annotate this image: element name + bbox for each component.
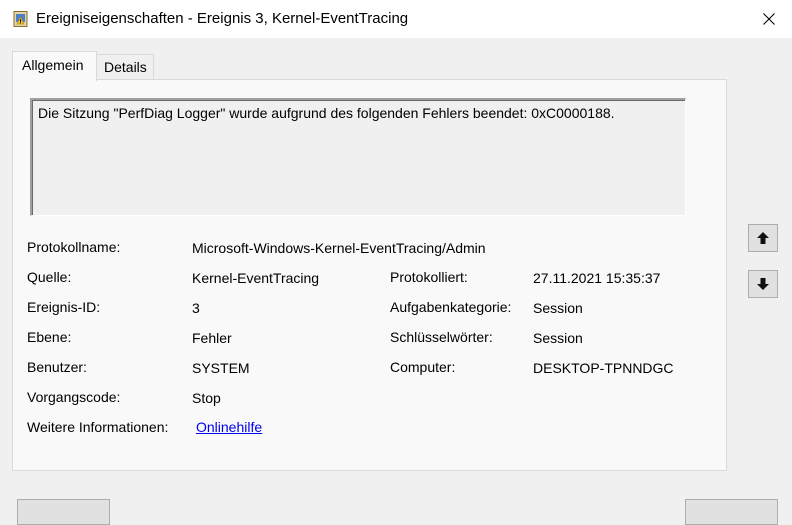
computer-value[interactable]: DESKTOP-TPNNDGC <box>533 360 674 376</box>
event-message-text: Die Sitzung "PerfDiag Logger" wurde aufg… <box>38 105 615 121</box>
tab-allgemein[interactable]: Allgemein <box>12 51 97 81</box>
aufgabenkategorie-value[interactable]: Session <box>533 300 583 316</box>
window-title: Ereigniseigenschaften - Ereignis 3, Kern… <box>36 10 409 27</box>
weitere-informationen-label: Weitere Informationen: <box>27 419 169 435</box>
copy-button[interactable] <box>17 499 110 525</box>
event-viewer-icon <box>13 11 29 27</box>
arrow-down-icon <box>757 278 769 290</box>
quelle-value[interactable]: Kernel-EventTracing <box>192 270 319 286</box>
protokolliert-value[interactable]: 27.11.2021 15:35:37 <box>533 270 660 286</box>
quelle-label: Quelle: <box>27 269 72 285</box>
close-icon <box>763 13 775 25</box>
previous-event-button[interactable] <box>748 224 778 252</box>
ereignis-id-value[interactable]: 3 <box>192 300 200 316</box>
benutzer-label: Benutzer: <box>27 359 87 375</box>
title-bar: Ereigniseigenschaften - Ereignis 3, Kern… <box>0 0 792 38</box>
event-message-box[interactable]: Die Sitzung "PerfDiag Logger" wurde aufg… <box>30 98 686 216</box>
vorgangscode-label: Vorgangscode: <box>27 389 121 405</box>
schluesselwoerter-value[interactable]: Session <box>533 330 583 346</box>
onlinehilfe-link[interactable]: Onlinehilfe <box>196 419 262 435</box>
next-event-button[interactable] <box>748 270 778 298</box>
schluesselwoerter-label: Schlüsselwörter: <box>390 329 493 345</box>
close-dialog-button[interactable] <box>685 499 778 525</box>
vorgangscode-value[interactable]: Stop <box>192 390 221 406</box>
arrow-up-icon <box>757 232 769 244</box>
ebene-value[interactable]: Fehler <box>192 330 232 346</box>
protokollname-value[interactable]: Microsoft-Windows-Kernel-EventTracing/Ad… <box>192 240 486 256</box>
close-button[interactable] <box>745 0 792 38</box>
protokolliert-label: Protokolliert: <box>390 269 468 285</box>
aufgabenkategorie-label: Aufgabenkategorie: <box>390 299 512 315</box>
computer-label: Computer: <box>390 359 456 375</box>
tab-details[interactable]: Details <box>96 54 154 80</box>
benutzer-value[interactable]: SYSTEM <box>192 360 250 376</box>
ereignis-id-label: Ereignis-ID: <box>27 299 101 315</box>
ebene-label: Ebene: <box>27 329 72 345</box>
protokollname-label: Protokollname: <box>27 239 121 255</box>
